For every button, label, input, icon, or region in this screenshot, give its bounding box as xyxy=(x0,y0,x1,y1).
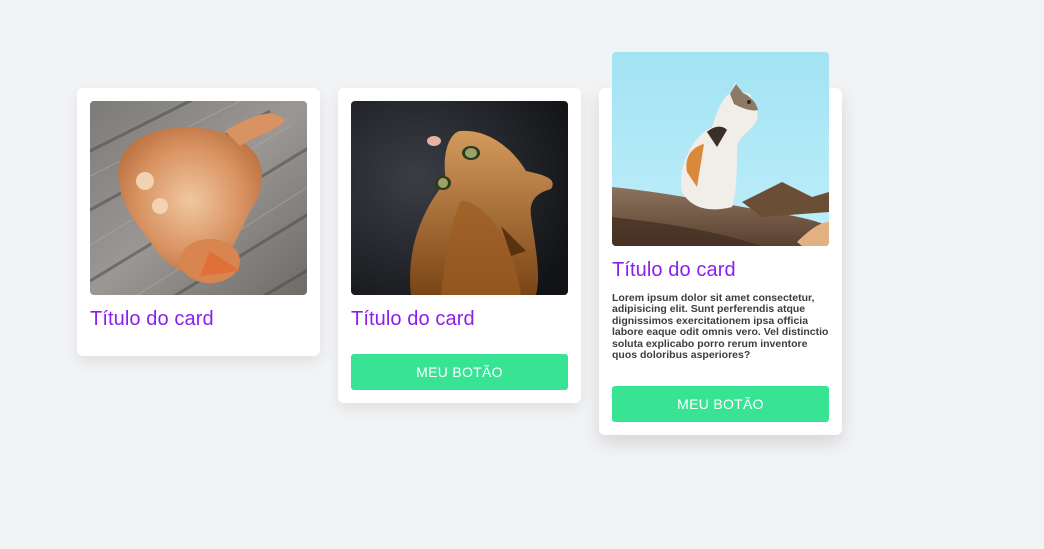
card-3-image xyxy=(612,52,829,246)
card-title: Título do card xyxy=(351,308,475,330)
card-title: Título do card xyxy=(612,259,736,281)
card-title: Título do card xyxy=(90,308,214,330)
card-2-image xyxy=(351,101,568,295)
card-2: Título do card MEU BOTÃO xyxy=(338,88,581,403)
card-1: Título do card xyxy=(77,88,320,356)
card-button[interactable]: MEU BOTÃO xyxy=(612,386,829,422)
cat-photo-1 xyxy=(90,101,307,295)
card-description: Lorem ipsum dolor sit amet consectetur, … xyxy=(612,292,829,362)
cat-photo-2 xyxy=(351,101,568,295)
card-button[interactable]: MEU BOTÃO xyxy=(351,354,568,390)
card-3: Título do card Lorem ipsum dolor sit ame… xyxy=(599,52,842,435)
card-1-image xyxy=(90,101,307,295)
cat-photo-3 xyxy=(612,52,829,246)
